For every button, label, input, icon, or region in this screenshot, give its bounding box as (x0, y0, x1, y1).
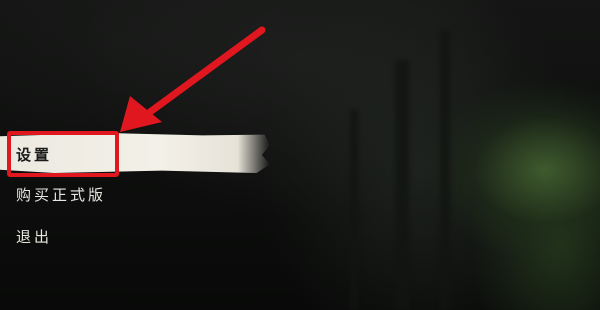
annotation-highlight-box (7, 131, 119, 177)
background-tree (350, 110, 358, 310)
menu-item-exit[interactable]: 退出 (16, 226, 52, 247)
game-menu-screen: 设置 购买正式版 退出 (0, 0, 600, 310)
background-tree (395, 60, 409, 310)
background-tree (440, 30, 450, 310)
menu-item-buy-full-version[interactable]: 购买正式版 (16, 184, 106, 205)
